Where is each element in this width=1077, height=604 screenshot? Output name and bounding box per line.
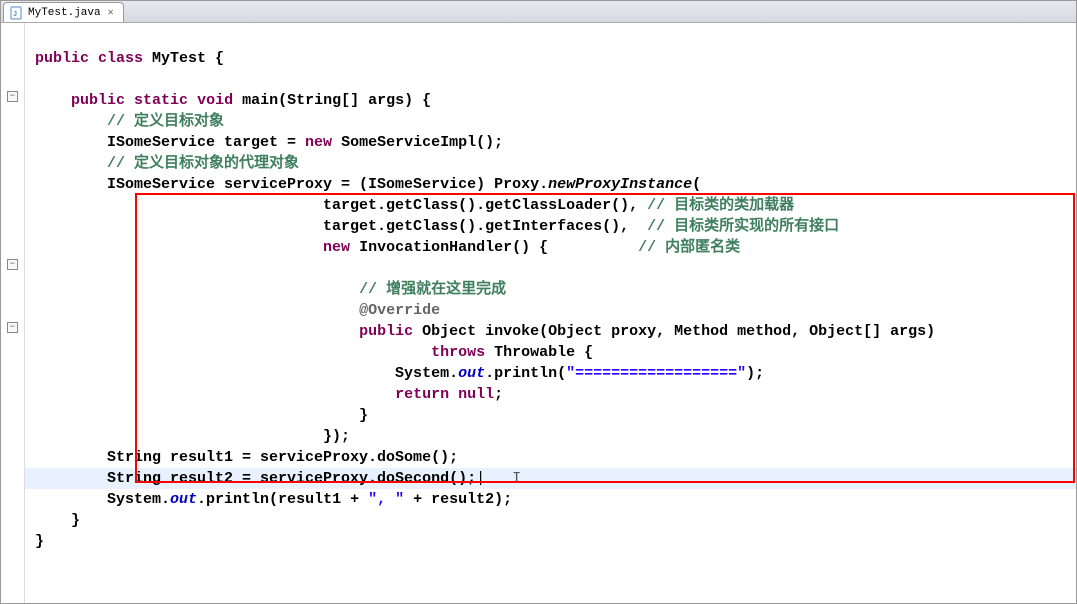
code-line: // 增强就在这里完成 <box>25 279 1076 300</box>
code-line: ISomeService serviceProxy = (ISomeServic… <box>25 174 1076 195</box>
code-line <box>25 27 1076 48</box>
code-area[interactable]: public class MyTest { public static void… <box>25 23 1076 603</box>
gutter[interactable]: − − − <box>1 23 25 603</box>
text-cursor-icon: I <box>512 468 521 489</box>
code-line: public class MyTest { <box>25 48 1076 69</box>
code-line: String result1 = serviceProxy.doSome(); <box>25 447 1076 468</box>
code-line: public Object invoke(Object proxy, Metho… <box>25 321 1076 342</box>
code-line: public static void main(String[] args) { <box>25 90 1076 111</box>
editor-tab[interactable]: J MyTest.java ✕ <box>3 2 124 22</box>
code-line: @Override <box>25 300 1076 321</box>
code-line: throws Throwable { <box>25 342 1076 363</box>
code-line: ISomeService target = new SomeServiceImp… <box>25 132 1076 153</box>
code-line <box>25 69 1076 90</box>
code-line: } <box>25 510 1076 531</box>
svg-text:J: J <box>13 11 17 19</box>
tab-bar: J MyTest.java ✕ <box>1 1 1076 23</box>
java-file-icon: J <box>10 6 24 20</box>
code-line: return null; <box>25 384 1076 405</box>
tab-filename: MyTest.java <box>28 7 101 19</box>
code-line: target.getClass().getInterfaces(), // 目标… <box>25 216 1076 237</box>
fold-marker[interactable]: − <box>7 322 18 333</box>
code-line: target.getClass().getClassLoader(), // 目… <box>25 195 1076 216</box>
code-line: }); <box>25 426 1076 447</box>
code-line: System.out.println("==================")… <box>25 363 1076 384</box>
code-line-current: String result2 = serviceProxy.doSecond()… <box>25 468 1076 489</box>
code-line: new InvocationHandler() { // 内部匿名类 <box>25 237 1076 258</box>
code-line <box>25 258 1076 279</box>
fold-marker[interactable]: − <box>7 91 18 102</box>
editor-area: − − − public class MyTest { public stati… <box>1 23 1076 603</box>
fold-marker[interactable]: − <box>7 259 18 270</box>
code-line: // 定义目标对象 <box>25 111 1076 132</box>
code-line: } <box>25 405 1076 426</box>
code-line: // 定义目标对象的代理对象 <box>25 153 1076 174</box>
close-icon[interactable]: ✕ <box>105 7 117 19</box>
code-line: System.out.println(result1 + ", " + resu… <box>25 489 1076 510</box>
code-line: } <box>25 531 1076 552</box>
